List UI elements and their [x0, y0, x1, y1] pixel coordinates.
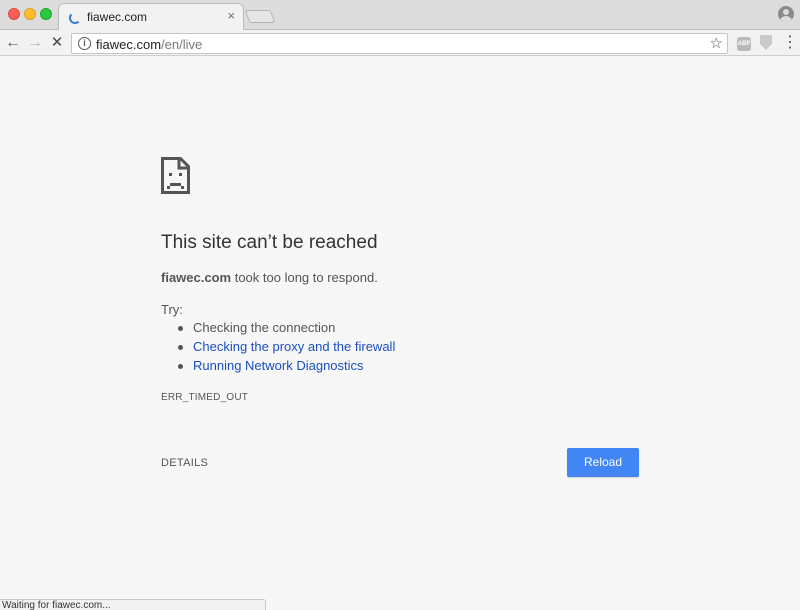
forward-button[interactable]: → — [25, 33, 45, 53]
tab-strip: fiawec.com × — [0, 0, 800, 31]
adblock-plus-icon[interactable]: ABP — [737, 37, 751, 51]
profile-icon[interactable] — [778, 6, 794, 22]
suggestion-check-connection: Checking the connection — [178, 320, 395, 339]
url-text[interactable]: fiawec.com/en/live — [96, 37, 202, 52]
details-button[interactable]: DETAILS — [161, 457, 208, 469]
toolbar: ← → ✕ i fiawec.com/en/live ☆ ABP ⋮ — [0, 30, 800, 56]
reload-button[interactable]: Reload — [567, 448, 639, 477]
new-tab-button[interactable] — [244, 10, 276, 23]
address-bar[interactable]: i fiawec.com/en/live ☆ — [71, 33, 728, 54]
info-icon[interactable]: i — [78, 37, 91, 50]
error-code: ERR_TIMED_OUT — [161, 392, 249, 403]
window-maximize-button[interactable] — [40, 8, 52, 20]
tab-fiawec[interactable]: fiawec.com × — [58, 3, 244, 31]
url-path: /en/live — [161, 37, 203, 52]
url-host: fiawec.com — [96, 37, 162, 52]
error-headline: This site can’t be reached — [161, 232, 378, 253]
suggestion-check-proxy-link[interactable]: Checking the proxy and the firewall — [178, 339, 395, 358]
window-minimize-button[interactable] — [24, 8, 36, 20]
back-button[interactable]: ← — [3, 33, 23, 53]
loading-spinner-icon — [69, 12, 81, 24]
error-message: fiawec.com took too long to respond. — [161, 270, 378, 285]
suggestion-list: Checking the connection Checking the pro… — [178, 320, 395, 377]
menu-icon[interactable]: ⋮ — [782, 34, 798, 52]
shield-extension-icon[interactable] — [760, 35, 772, 50]
error-message-text: took too long to respond. — [231, 270, 378, 285]
window-close-button[interactable] — [8, 8, 20, 20]
sad-page-icon — [161, 157, 190, 194]
tab-close-icon[interactable]: × — [227, 9, 235, 23]
suggestion-network-diagnostics-link[interactable]: Running Network Diagnostics — [178, 358, 395, 377]
try-label: Try: — [161, 302, 183, 317]
bookmark-star-icon[interactable]: ☆ — [710, 35, 723, 52]
stop-loading-button[interactable]: ✕ — [47, 33, 67, 53]
error-host: fiawec.com — [161, 270, 232, 285]
tab-title: fiawec.com — [87, 10, 148, 24]
status-bubble: Waiting for fiawec.com... — [0, 599, 266, 610]
